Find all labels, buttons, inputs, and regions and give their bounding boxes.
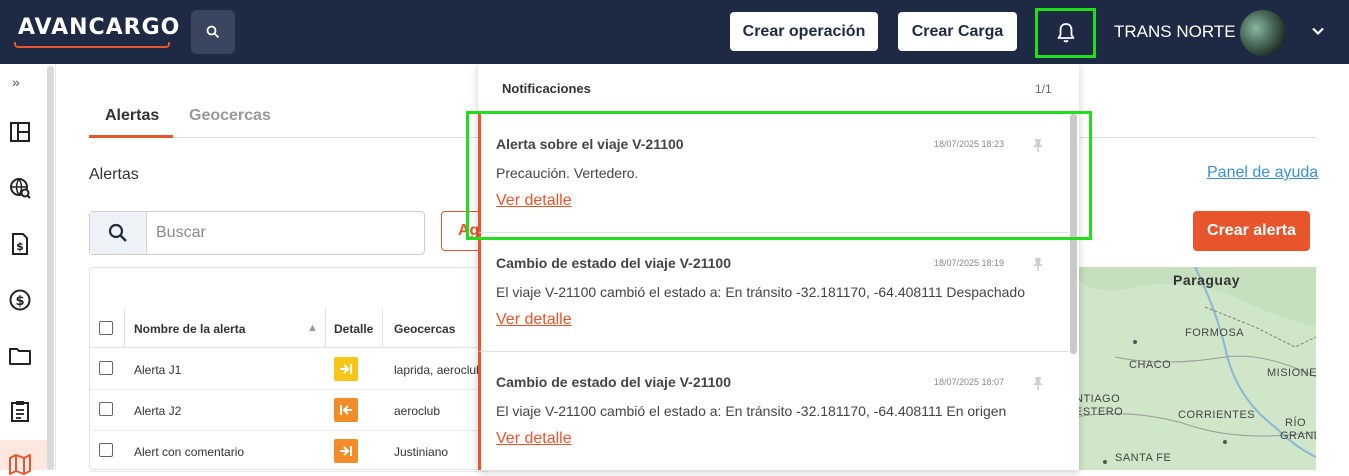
map-label: NTIAGO: [1075, 393, 1121, 405]
arrow-right-bar-icon: [340, 364, 352, 374]
notifications-title: Notificaciones: [502, 81, 591, 96]
view-detail-link[interactable]: Ver detalle: [496, 430, 572, 448]
notification-date: 18/07/2025 18:19: [934, 258, 1005, 268]
arrow-left-bar-icon: [340, 405, 352, 415]
notification-body: Precaución. Vertedero.: [496, 165, 639, 181]
create-load-button[interactable]: Crear Carga: [898, 12, 1017, 51]
map-icon[interactable]: [8, 452, 32, 476]
svg-text:$: $: [16, 240, 24, 253]
avancargo-logo[interactable]: AVANCARGO: [14, 14, 179, 48]
table-row[interactable]: Alert con comentario Justiniano: [90, 431, 488, 472]
notification-item[interactable]: Alerta sobre el viaje V-21100 18/07/2025…: [478, 114, 1069, 233]
table-header: Nombre de la alerta ▲ Detalle Geocercas: [90, 308, 488, 348]
tab-alertas[interactable]: Alertas: [105, 107, 159, 125]
map-label: RÍO: [1285, 417, 1307, 429]
avatar[interactable]: [1240, 10, 1286, 56]
view-detail-link[interactable]: Ver detalle: [496, 311, 572, 329]
alert-geofences: laprida, aeroclub: [394, 363, 483, 377]
search-icon: [108, 223, 127, 242]
expand-sidebar-icon[interactable]: »: [12, 74, 20, 90]
table-row[interactable]: Alerta J1 laprida, aeroclub: [90, 349, 488, 390]
svg-text:$: $: [15, 294, 24, 309]
notification-date: 18/07/2025 18:07: [934, 377, 1005, 387]
column-header-name[interactable]: Nombre de la alerta: [134, 322, 245, 336]
pin-icon[interactable]: [1032, 376, 1044, 390]
clipboard-icon[interactable]: [8, 399, 32, 423]
alerts-table: Nombre de la alerta ▲ Detalle Geocercas …: [89, 267, 489, 472]
notifications-scrollbar[interactable]: [1070, 114, 1077, 354]
dollar-circle-icon[interactable]: $: [8, 288, 32, 312]
alert-name: Alerta J1: [134, 363, 182, 377]
notifications-panel: Notificaciones 1/1 Alerta sobre el viaje…: [478, 64, 1079, 470]
notification-title: Alerta sobre el viaje V-21100: [496, 136, 684, 152]
add-button[interactable]: Ag: [441, 211, 481, 251]
view-detail-link[interactable]: Ver detalle: [496, 192, 572, 210]
sidebar-scrollbar[interactable]: [47, 66, 54, 470]
chevron-down-icon[interactable]: [1310, 23, 1326, 39]
top-bar: AVANCARGO Crear operación Crear Carga TR…: [0, 0, 1349, 64]
map-label: MISIONE: [1267, 367, 1316, 379]
map-label: GRANDE: [1280, 430, 1316, 442]
detail-button[interactable]: [334, 357, 358, 381]
dashboard-icon[interactable]: [8, 120, 32, 144]
help-panel-link[interactable]: Panel de ayuda: [1207, 164, 1318, 182]
user-name: TRANS NORTE: [1114, 22, 1236, 41]
search-icon-box[interactable]: [90, 212, 147, 254]
folder-icon[interactable]: [8, 344, 32, 368]
notification-item[interactable]: Cambio de estado del viaje V-21100 18/07…: [478, 233, 1069, 352]
select-all-checkbox[interactable]: [99, 321, 113, 335]
row-checkbox[interactable]: [99, 361, 113, 375]
bell-icon: [1057, 23, 1074, 43]
map-label: FORMOSA: [1185, 327, 1245, 339]
document-dollar-icon[interactable]: $: [8, 232, 32, 256]
section-title: Alertas: [89, 166, 139, 183]
logo-text: AVANCARGO: [18, 15, 181, 40]
notifications-page-count: 1/1: [1035, 82, 1052, 96]
globe-search-icon[interactable]: [8, 176, 32, 200]
notification-date: 18/07/2025 18:23: [934, 139, 1005, 149]
logo-underline: [14, 42, 170, 48]
column-header-detail: Detalle: [334, 322, 374, 336]
search-icon: [206, 25, 220, 39]
create-alert-button[interactable]: Crear alerta: [1193, 211, 1310, 251]
search-input[interactable]: [148, 212, 424, 254]
create-operation-button[interactable]: Crear operación: [730, 12, 878, 51]
notification-body: El viaje V-21100 cambió el estado a: En …: [496, 284, 1025, 300]
table-row[interactable]: Alerta J2 aeroclub: [90, 390, 488, 431]
notification-item[interactable]: Cambio de estado del viaje V-21100 18/07…: [478, 352, 1069, 470]
notification-title: Cambio de estado del viaje V-21100: [496, 255, 731, 271]
column-header-geofences: Geocercas: [394, 322, 456, 336]
map-label: ESTERO: [1075, 406, 1124, 418]
search-button[interactable]: [191, 10, 235, 54]
geofence-map[interactable]: Paraguay FORMOSA CHACO MISIONE NTIAGO ES…: [1075, 267, 1316, 470]
pin-icon[interactable]: [1032, 138, 1044, 152]
notifications-button[interactable]: [1035, 8, 1096, 58]
map-label: Paraguay: [1173, 272, 1241, 288]
pin-icon[interactable]: [1032, 257, 1044, 271]
sort-asc-icon[interactable]: ▲: [307, 322, 318, 334]
row-checkbox[interactable]: [99, 402, 113, 416]
alert-name: Alerta J2: [134, 404, 182, 418]
arrow-right-bar-icon: [340, 446, 352, 456]
tab-geocercas[interactable]: Geocercas: [189, 107, 271, 125]
notification-body: El viaje V-21100 cambió el estado a: En …: [496, 403, 1007, 419]
map-label: CORRIENTES: [1178, 409, 1256, 421]
alert-name: Alert con comentario: [134, 445, 245, 459]
map-label: CHACO: [1129, 359, 1172, 371]
row-checkbox[interactable]: [99, 443, 113, 457]
active-tab-indicator: [89, 135, 173, 138]
notification-title: Cambio de estado del viaje V-21100: [496, 374, 731, 390]
detail-button[interactable]: [334, 398, 358, 422]
search-field: [89, 211, 425, 255]
map-label: SANTA FE: [1115, 452, 1172, 464]
detail-button[interactable]: [334, 439, 358, 463]
alert-geofences: Justiniano: [394, 445, 449, 459]
alert-geofences: aeroclub: [394, 404, 441, 418]
